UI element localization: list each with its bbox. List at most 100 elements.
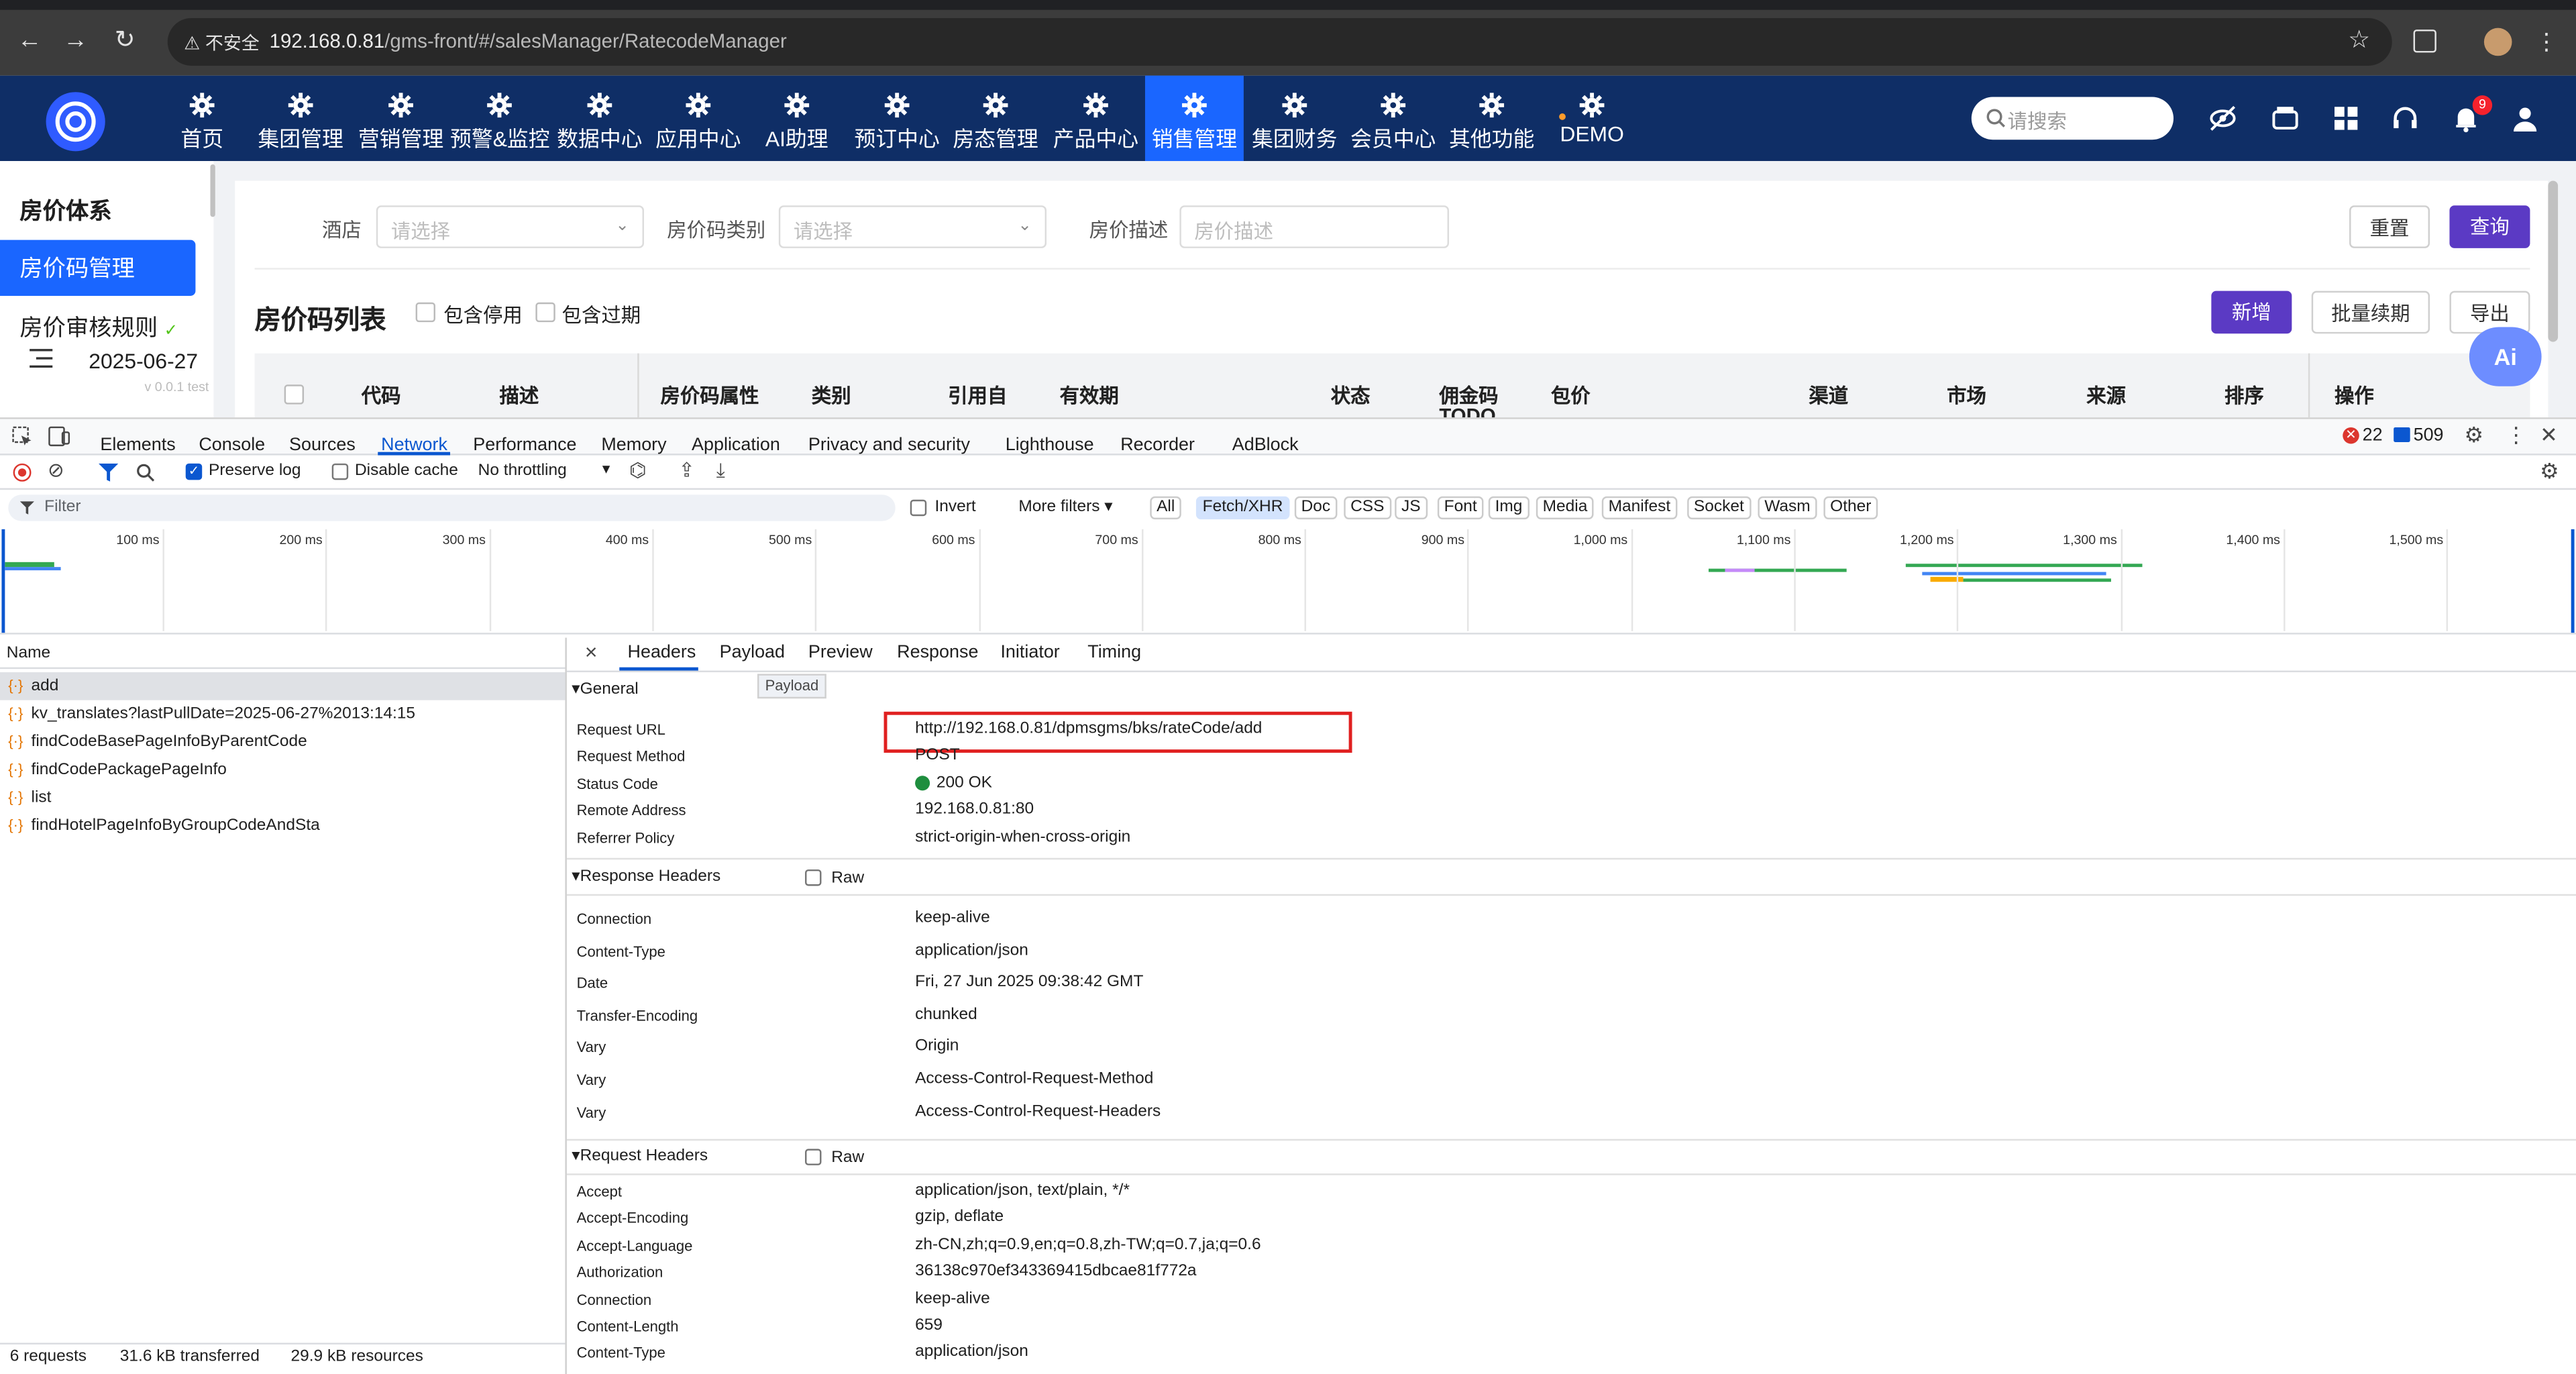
record-icon[interactable] bbox=[13, 463, 32, 482]
response-headers-toggle[interactable]: ▾Response Headers bbox=[572, 867, 720, 886]
disable-cache-checkbox[interactable] bbox=[331, 463, 349, 480]
nav-item[interactable]: 预订中心 bbox=[848, 76, 947, 161]
hide-eye-icon[interactable] bbox=[2208, 103, 2237, 133]
nav-item[interactable]: 其他功能 bbox=[1442, 76, 1541, 161]
column-header[interactable]: 代码 bbox=[362, 381, 401, 409]
batch-renew-button[interactable]: 批量续期 bbox=[2311, 290, 2430, 334]
profile-avatar[interactable] bbox=[2483, 28, 2512, 56]
type-filter-chip[interactable]: Wasm bbox=[1758, 496, 1817, 520]
devtools-tab[interactable]: Elements bbox=[100, 435, 175, 455]
request-raw-checkbox[interactable] bbox=[805, 1149, 822, 1165]
rate-desc-input[interactable]: 房价描述 bbox=[1179, 205, 1450, 248]
not-secure-label[interactable]: ⚠ 不安全 bbox=[184, 30, 259, 56]
nav-item[interactable]: 集团财务 bbox=[1245, 76, 1344, 161]
type-filter-chip[interactable]: Media bbox=[1536, 496, 1595, 520]
global-search[interactable]: 请搜索 bbox=[1971, 97, 2174, 140]
apps-grid-icon[interactable] bbox=[2331, 103, 2361, 133]
type-filter-chip[interactable]: Doc bbox=[1294, 496, 1337, 520]
column-header[interactable]: 市场 bbox=[1947, 381, 1986, 409]
wallet-icon[interactable] bbox=[2271, 103, 2300, 133]
clear-icon[interactable]: ⊘ bbox=[48, 458, 64, 481]
devtools-tab[interactable]: Memory bbox=[601, 435, 666, 455]
ratecode-type-select[interactable]: 请选择 ⌄ bbox=[778, 205, 1047, 248]
nav-item[interactable]: 销售管理 bbox=[1144, 75, 1244, 162]
import-har-icon[interactable]: ⇪ bbox=[678, 458, 695, 481]
filter-funnel-icon[interactable] bbox=[98, 463, 119, 482]
filter-input[interactable]: Filter bbox=[8, 494, 896, 521]
devtools-tab[interactable]: Lighthouse bbox=[1006, 435, 1094, 455]
detail-tab[interactable]: Response bbox=[897, 643, 978, 662]
hotel-select[interactable]: 请选择 ⌄ bbox=[376, 205, 645, 248]
message-count[interactable]: 509 bbox=[2414, 425, 2444, 445]
more-filters-dropdown[interactable]: More filters ▾ bbox=[1018, 498, 1112, 516]
preserve-log-checkbox[interactable]: ✓ bbox=[185, 463, 203, 480]
devtools-tab[interactable]: Privacy and security bbox=[808, 435, 970, 455]
devtools-tab[interactable]: Network bbox=[381, 435, 447, 455]
nav-item[interactable]: 房态管理 bbox=[947, 76, 1045, 161]
export-har-icon[interactable]: ⤓ bbox=[716, 458, 725, 483]
include-disabled-checkbox[interactable] bbox=[415, 302, 435, 323]
devtools-menu-icon[interactable]: ⋮ bbox=[2506, 423, 2527, 449]
detail-tab[interactable]: Headers bbox=[628, 643, 696, 662]
close-detail-icon[interactable]: × bbox=[585, 639, 598, 664]
device-toolbar-icon[interactable] bbox=[48, 425, 70, 447]
request-row[interactable]: {·} add bbox=[0, 672, 566, 700]
bookmark-star-icon[interactable]: ☆ bbox=[2343, 25, 2375, 58]
sidebar-scrollbar[interactable] bbox=[210, 164, 215, 217]
type-filter-chip[interactable]: Socket bbox=[1687, 496, 1751, 520]
column-header[interactable]: 来源 bbox=[2086, 381, 2126, 409]
request-row[interactable]: {·} list bbox=[0, 784, 565, 812]
type-filter-chip[interactable]: Fetch/XHR bbox=[1195, 496, 1290, 520]
request-row[interactable]: {·} kv_translates?lastPullDate=2025-06-27… bbox=[0, 700, 565, 729]
nav-item[interactable]: 首页 bbox=[153, 76, 252, 161]
invert-checkbox[interactable] bbox=[910, 499, 927, 517]
request-row[interactable]: {·} findHotelPageInfoByGroupCodeAndSta bbox=[0, 812, 565, 840]
chevron-down-icon[interactable]: ▼ bbox=[600, 462, 612, 476]
timeline-start-marker[interactable] bbox=[1, 529, 5, 633]
detail-tab[interactable]: Preview bbox=[808, 643, 873, 662]
select-all-checkbox[interactable] bbox=[284, 384, 305, 405]
request-headers-toggle[interactable]: ▾Request Headers bbox=[572, 1147, 708, 1165]
type-filter-chip[interactable]: Img bbox=[1488, 496, 1529, 520]
devtools-tab[interactable]: AdBlock bbox=[1232, 435, 1299, 455]
user-icon[interactable] bbox=[2510, 103, 2540, 133]
request-row[interactable]: {·} findCodePackagePageInfo bbox=[0, 756, 565, 784]
devtools-tab[interactable]: Performance bbox=[473, 435, 576, 455]
type-filter-chip[interactable]: Font bbox=[1437, 496, 1484, 520]
devtools-tab[interactable]: Recorder bbox=[1120, 435, 1195, 455]
nav-item[interactable]: 集团管理 bbox=[252, 76, 350, 161]
support-headset-icon[interactable] bbox=[2390, 103, 2420, 133]
nav-item[interactable]: 会员中心 bbox=[1344, 76, 1442, 161]
detail-tab[interactable]: Initiator bbox=[1000, 643, 1059, 662]
column-header[interactable]: 佣金码 bbox=[1439, 381, 1498, 409]
detail-tab[interactable]: Timing bbox=[1087, 643, 1141, 662]
sidebar-item-ratecode[interactable]: 房价码管理 bbox=[0, 240, 196, 296]
sidebar-item-audit-rules[interactable]: 房价审核规则 ✓ bbox=[19, 311, 178, 344]
error-count[interactable]: 22 bbox=[2363, 425, 2383, 445]
page-scrollbar[interactable] bbox=[2548, 180, 2559, 342]
url-text[interactable]: 192.168.0.81/gms-front/#/salesManager/Ra… bbox=[270, 30, 787, 52]
nav-item[interactable]: DEMO bbox=[1543, 76, 1642, 161]
devtools-tab[interactable]: Sources bbox=[289, 435, 356, 455]
response-raw-checkbox[interactable] bbox=[805, 869, 822, 886]
inspect-element-icon[interactable] bbox=[11, 425, 33, 447]
query-button[interactable]: 查询 bbox=[2449, 205, 2530, 248]
type-filter-chip[interactable]: All bbox=[1150, 496, 1182, 520]
general-section-toggle[interactable]: ▾General bbox=[572, 680, 638, 698]
forward-icon[interactable]: → bbox=[59, 25, 92, 58]
panel-divider[interactable] bbox=[565, 637, 567, 1374]
reset-button[interactable]: 重置 bbox=[2349, 205, 2430, 248]
column-header[interactable]: 渠道 bbox=[1809, 381, 1848, 409]
column-header[interactable]: 状态 bbox=[1331, 381, 1371, 409]
app-logo[interactable] bbox=[46, 92, 105, 152]
nav-item[interactable]: 预警&监控 bbox=[450, 76, 550, 161]
collapse-menu-icon[interactable] bbox=[30, 348, 53, 368]
nav-item[interactable]: 营销管理 bbox=[352, 76, 450, 161]
close-devtools-icon[interactable]: ✕ bbox=[2540, 423, 2558, 449]
nav-item[interactable]: 应用中心 bbox=[649, 76, 747, 161]
type-filter-chip[interactable]: Other bbox=[1823, 496, 1878, 520]
throttling-select[interactable]: No throttling bbox=[478, 462, 567, 480]
detail-tab[interactable]: Payload bbox=[720, 643, 785, 662]
column-header[interactable]: 有效期 bbox=[1060, 381, 1119, 409]
address-bar[interactable]: ⚠ 不安全 192.168.0.81/gms-front/#/salesMana… bbox=[167, 17, 2392, 66]
